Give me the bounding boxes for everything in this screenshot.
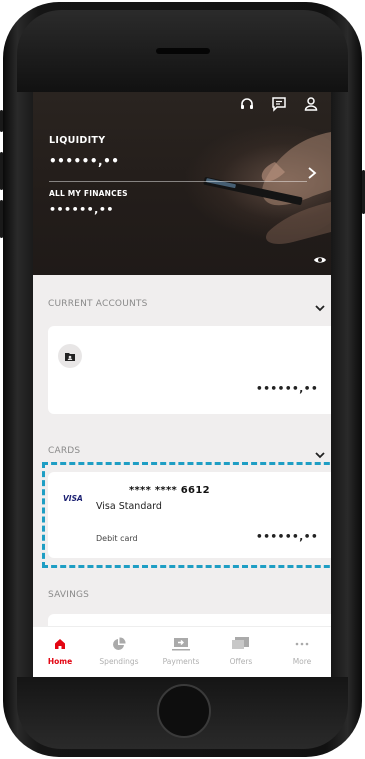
account-folder-icon [58, 344, 82, 368]
volume-up-button [0, 152, 3, 190]
app-screen: LIQUIDITY ••••••,•• ALL MY FINANCES ••••… [33, 92, 331, 677]
hero-hand-phone-image [203, 132, 331, 244]
user-icon[interactable] [301, 94, 321, 114]
home-icon [54, 635, 66, 653]
bottom-tab-bar: Home Spendings Payments Offers More [33, 626, 331, 677]
current-account-card[interactable] [48, 326, 331, 414]
tab-payments-label: Payments [162, 657, 200, 666]
volume-down-button [0, 200, 3, 238]
tab-spendings[interactable]: Spendings [89, 627, 149, 677]
tab-more-label: More [292, 657, 312, 666]
offers-icon [232, 635, 250, 653]
headset-icon[interactable] [237, 94, 257, 114]
liquidity-value: ••••••,•• [49, 154, 120, 168]
tab-home[interactable]: Home [33, 627, 90, 677]
eye-icon[interactable] [313, 250, 327, 269]
hero-banner: LIQUIDITY ••••••,•• ALL MY FINANCES ••••… [33, 92, 331, 275]
current-accounts-title: CURRENT ACCOUNTS [48, 299, 148, 309]
cards-title: CARDS [48, 446, 81, 456]
mute-switch [0, 110, 3, 132]
tab-home-label: Home [47, 657, 73, 666]
chat-icon[interactable] [269, 94, 289, 114]
tab-spendings-label: Spendings [99, 657, 139, 666]
phone-home-button[interactable] [157, 684, 211, 738]
transfer-icon [172, 635, 190, 653]
chevron-down-icon[interactable] [314, 298, 326, 317]
chevron-right-icon[interactable] [306, 165, 318, 184]
tab-payments[interactable]: Payments [151, 627, 211, 677]
more-dots-icon [295, 635, 309, 653]
tab-offers-label: Offers [229, 657, 253, 666]
all-finances-title: ALL MY FINANCES [49, 189, 128, 198]
savings-title: SAVINGS [48, 590, 90, 600]
tab-offers[interactable]: Offers [211, 627, 271, 677]
all-finances-value: ••••••,•• [49, 203, 114, 216]
hero-divider [49, 181, 307, 182]
tab-more[interactable]: More [272, 627, 331, 677]
current-account-balance: ••••••,•• [256, 383, 319, 395]
liquidity-title: LIQUIDITY [49, 135, 106, 146]
highlight-dashed-box [42, 462, 331, 568]
pie-chart-icon [112, 635, 126, 653]
earpiece-speaker [156, 48, 210, 54]
